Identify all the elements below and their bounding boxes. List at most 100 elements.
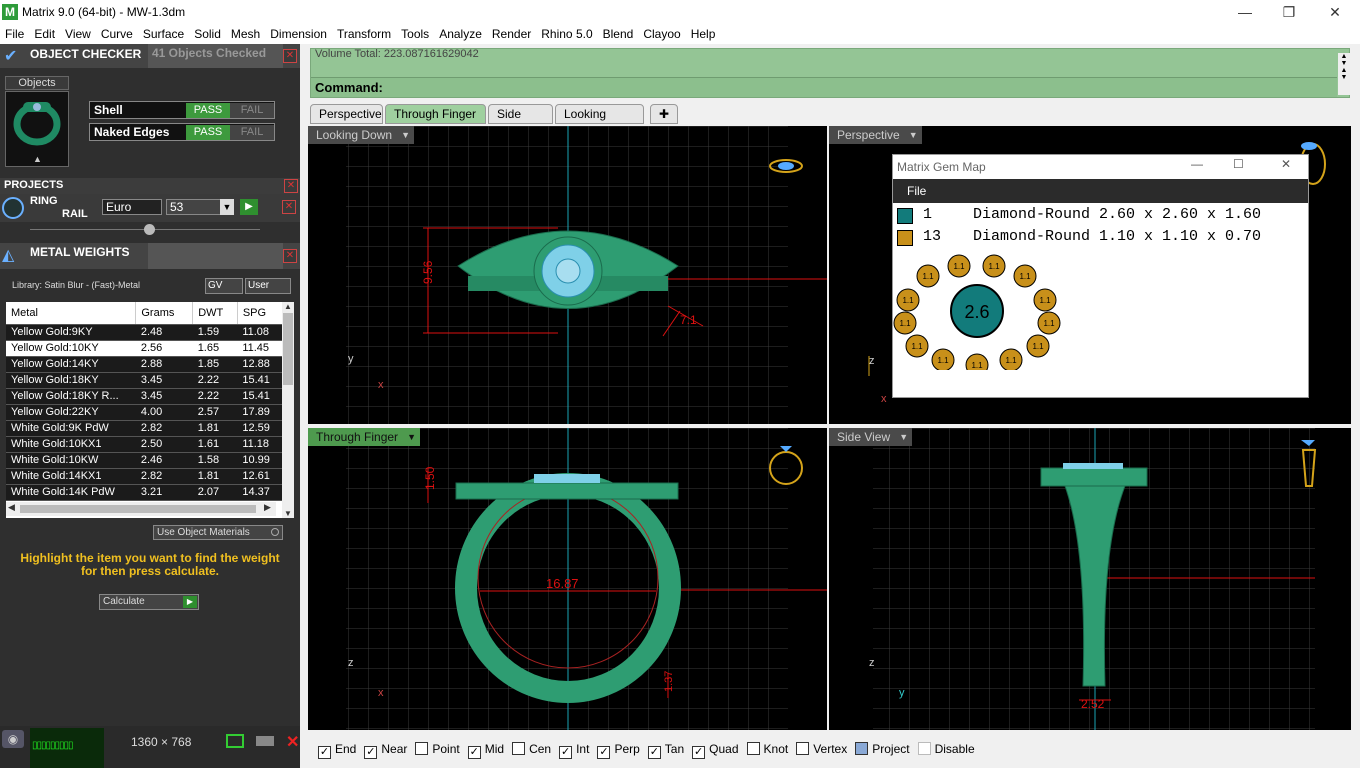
- checkbox-icon[interactable]: [917, 742, 931, 755]
- gem-map-close-icon[interactable]: ✕: [1281, 157, 1291, 171]
- menu-mesh[interactable]: Mesh: [226, 24, 265, 44]
- table-row[interactable]: White Gold:9K PdW 2.82 1.81 12.59: [6, 420, 282, 437]
- command-scrollbar[interactable]: ▲ ▼ ▲ ▼: [1338, 53, 1350, 95]
- viewport-looking-down[interactable]: 9.56 7.1 y x Looking Down ▼: [308, 126, 827, 424]
- table-row[interactable]: White Gold:14KX1 2.82 1.81 12.61: [6, 468, 282, 485]
- gem-row-center[interactable]: 1 Diamond-Round 2.60 x 2.60 x 1.60: [895, 206, 1305, 226]
- menu-blend[interactable]: Blend: [598, 24, 639, 44]
- checkbox-icon[interactable]: ✓: [647, 746, 661, 759]
- snap-tan[interactable]: ✓ Tan: [647, 738, 684, 760]
- close-metal-weights-icon[interactable]: ✕: [283, 249, 297, 263]
- scroll-thumb[interactable]: [283, 313, 293, 385]
- checkbox-icon[interactable]: ✓: [467, 746, 481, 759]
- menu-edit[interactable]: Edit: [29, 24, 60, 44]
- snap-end[interactable]: ✓ End: [318, 738, 356, 760]
- close-projects-icon[interactable]: ✕: [284, 179, 298, 193]
- snap-int[interactable]: ✓ Int: [559, 738, 589, 760]
- snap-mid[interactable]: ✓ Mid: [467, 738, 504, 760]
- snap-near[interactable]: ✓ Near: [364, 738, 407, 760]
- objects-tab[interactable]: Objects: [5, 76, 69, 90]
- snap-cen[interactable]: Cen: [512, 738, 551, 760]
- table-row[interactable]: White Gold:10KX1 2.50 1.61 11.18: [6, 436, 282, 453]
- checkbox-icon[interactable]: ✓: [318, 746, 331, 759]
- chevron-down-icon[interactable]: ▼: [220, 199, 234, 215]
- table-row[interactable]: Yellow Gold:18KY R... 3.45 2.22 15.41: [6, 388, 282, 405]
- gv-toggle[interactable]: GV: [205, 278, 243, 294]
- viewport-through-finger[interactable]: 16.87 1.50 1.37 z x Through Finger ▼: [308, 428, 827, 730]
- maximize-button[interactable]: ❐: [1266, 0, 1312, 24]
- use-object-materials-toggle[interactable]: Use Object Materials: [153, 525, 283, 540]
- table-row[interactable]: White Gold:14K PdW 3.21 2.07 14.37: [6, 484, 282, 501]
- slider-handle[interactable]: [144, 224, 155, 235]
- calculate-button[interactable]: Calculate ▶: [99, 594, 199, 610]
- camera-icon[interactable]: ◉: [2, 730, 24, 748]
- column-header-dwt[interactable]: DWT: [192, 302, 238, 325]
- tab-side-view[interactable]: Side View: [488, 104, 553, 139]
- menu-dimension[interactable]: Dimension: [265, 24, 332, 44]
- scroll-left-icon[interactable]: ◀: [8, 502, 15, 513]
- table-vertical-scrollbar[interactable]: ▲ ▼: [282, 302, 294, 518]
- gem-map-maximize-icon[interactable]: ☐: [1233, 157, 1244, 171]
- scroll-down-icon[interactable]: ▼: [282, 509, 294, 518]
- scroll-up-icon[interactable]: ▲: [282, 302, 294, 311]
- snap-vertex[interactable]: Vertex: [796, 738, 847, 760]
- checkbox-icon[interactable]: [415, 742, 429, 755]
- naked-edges-pass-button[interactable]: PASS: [186, 125, 230, 140]
- snap-point[interactable]: Point: [415, 738, 460, 760]
- close-object-checker-icon[interactable]: ✕: [283, 49, 297, 63]
- table-row[interactable]: White Gold:10KW 2.46 1.58 10.99: [6, 452, 282, 469]
- menu-transform[interactable]: Transform: [332, 24, 396, 44]
- snap-knot[interactable]: Knot: [746, 738, 788, 760]
- user-toggle[interactable]: User: [245, 278, 291, 294]
- close-viewport-icon[interactable]: ✕: [286, 732, 299, 752]
- checkbox-icon[interactable]: ✓: [364, 746, 378, 759]
- table-row[interactable]: Yellow Gold:22KY 4.00 2.57 17.89: [6, 404, 282, 421]
- checkbox-icon[interactable]: ✓: [597, 746, 611, 759]
- shell-pass-button[interactable]: PASS: [186, 103, 230, 118]
- naked-edges-fail-button[interactable]: FAIL: [230, 125, 274, 140]
- menu-analyze[interactable]: Analyze: [434, 24, 487, 44]
- table-row[interactable]: Yellow Gold:18KY 3.45 2.22 15.41: [6, 372, 282, 389]
- checkbox-icon[interactable]: ✓: [692, 746, 706, 759]
- snap-project[interactable]: Project: [855, 738, 910, 760]
- size-system-field[interactable]: Euro: [102, 199, 162, 215]
- column-header-grams[interactable]: Grams: [135, 302, 193, 325]
- checkbox-icon[interactable]: [796, 742, 810, 755]
- expand-up-icon[interactable]: ▲: [33, 154, 42, 164]
- table-horizontal-scrollbar[interactable]: ◀ ▶: [6, 502, 276, 516]
- snap-perp[interactable]: ✓ Perp: [597, 738, 640, 760]
- close-window-button[interactable]: ✕: [1312, 0, 1358, 24]
- checkbox-icon[interactable]: ✓: [559, 746, 573, 759]
- gem-map-minimize-icon[interactable]: —: [1191, 157, 1203, 171]
- scroll-right-icon[interactable]: ▶: [264, 502, 271, 513]
- viewport-label-through-finger[interactable]: Through Finger ▼: [308, 428, 421, 446]
- menu-surface[interactable]: Surface: [138, 24, 189, 44]
- checkbox-icon[interactable]: [746, 742, 760, 755]
- gem-map-file-menu[interactable]: File: [907, 184, 926, 198]
- command-line[interactable]: Command:: [311, 77, 1337, 97]
- menu-rhino[interactable]: Rhino 5.0: [536, 24, 597, 44]
- apply-size-play-icon[interactable]: ▶: [240, 199, 258, 215]
- viewport-label-looking-down[interactable]: Looking Down ▼: [308, 126, 415, 144]
- minimize-viewport-icon[interactable]: [256, 736, 274, 746]
- viewport-side-view[interactable]: 2.52 z y Side View ▼: [829, 428, 1351, 730]
- menu-file[interactable]: File: [0, 24, 29, 44]
- minimize-button[interactable]: —: [1222, 0, 1268, 24]
- menu-view[interactable]: View: [60, 24, 96, 44]
- viewport-label-perspective[interactable]: Perspective ▼: [829, 126, 922, 144]
- column-header-metal[interactable]: Metal: [6, 302, 136, 325]
- snap-disable[interactable]: Disable: [917, 738, 975, 760]
- menu-render[interactable]: Render: [487, 24, 536, 44]
- menu-tools[interactable]: Tools: [396, 24, 434, 44]
- table-row[interactable]: Yellow Gold:14KY 2.88 1.85 12.88: [6, 356, 282, 373]
- tab-looking-down[interactable]: Looking Down: [555, 104, 644, 139]
- maximize-viewport-icon[interactable]: [226, 734, 244, 748]
- gem-row-accent[interactable]: 13 Diamond-Round 1.10 x 1.10 x 0.70: [895, 228, 1305, 248]
- table-row[interactable]: Yellow Gold:9KY 2.48 1.59 11.08: [6, 324, 282, 341]
- menu-curve[interactable]: Curve: [96, 24, 138, 44]
- checkbox-icon[interactable]: [512, 742, 526, 755]
- menu-clayoo[interactable]: Clayoo: [638, 24, 685, 44]
- shell-fail-button[interactable]: FAIL: [230, 103, 274, 118]
- menu-solid[interactable]: Solid: [189, 24, 226, 44]
- viewport-label-side-view[interactable]: Side View ▼: [829, 428, 913, 446]
